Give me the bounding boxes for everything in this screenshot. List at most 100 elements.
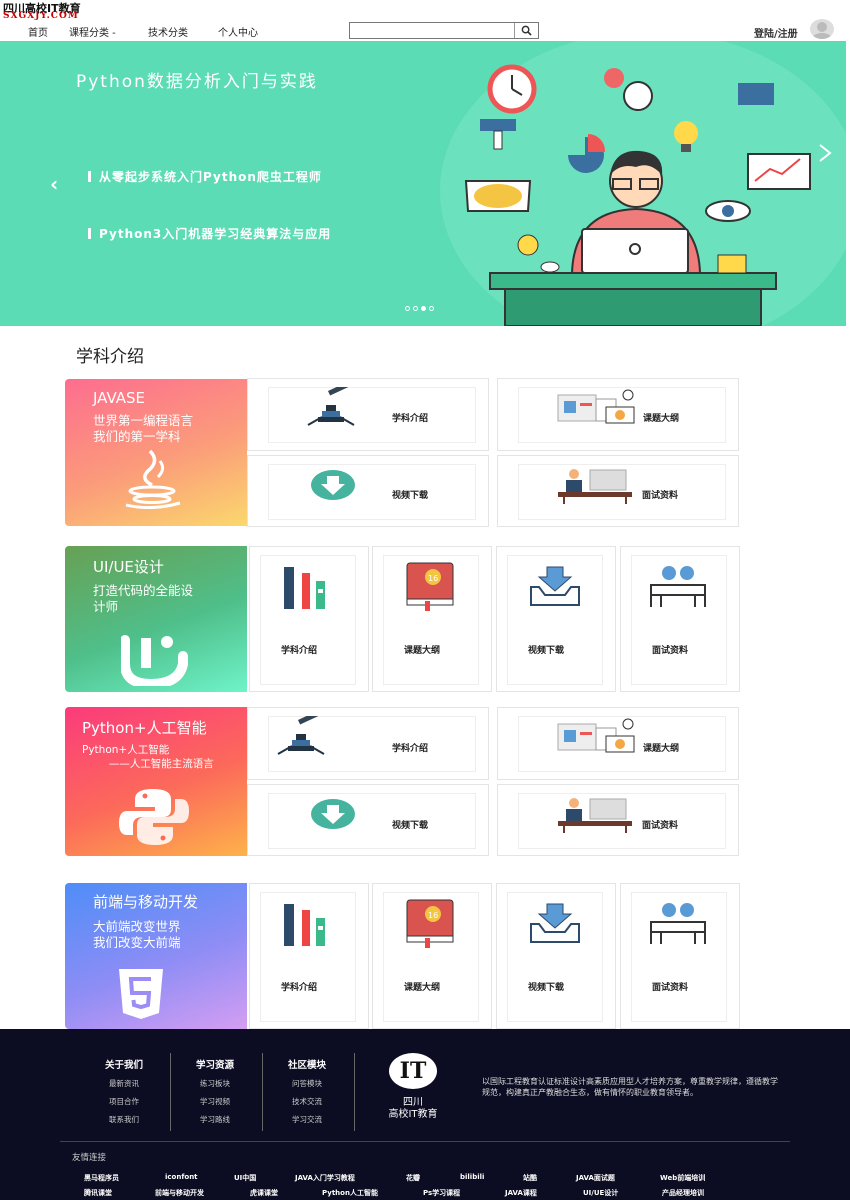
card-label: 面试资料 (652, 983, 689, 993)
subject-ui-banner[interactable]: UI/UE设计 打造代码的全能设 计师 (65, 546, 247, 692)
footer-separator (60, 1141, 790, 1142)
card-ui-intro[interactable]: 学科介绍 (249, 546, 369, 692)
subject-frontend-banner[interactable]: 前端与移动开发 大前端改变世界 我们改变大前端 (65, 883, 247, 1029)
footer-link[interactable]: 项目合作 (96, 1096, 152, 1107)
card-frontend-outline[interactable]: 16 课题大纲 (372, 883, 492, 1029)
card-javase-download[interactable]: 视频下载 (247, 455, 489, 527)
card-label: 课题大纲 (404, 646, 441, 656)
search-button[interactable] (514, 23, 538, 38)
books-icon (284, 567, 325, 609)
friend-link[interactable]: 前端与移动开发 (155, 1188, 204, 1198)
footer-link[interactable]: 技术交流 (279, 1096, 335, 1107)
card-label: 视频下载 (528, 983, 565, 993)
footer-link[interactable]: 问答模块 (279, 1078, 335, 1089)
download-icon (311, 799, 355, 829)
nav-user-center[interactable]: 个人中心 (218, 24, 258, 39)
documents-icon (557, 718, 635, 753)
notebook-icon: 16 (406, 899, 454, 948)
card-frontend-intro[interactable]: 学科介绍 (249, 883, 369, 1029)
download-icon (311, 470, 355, 500)
footer-link[interactable]: 最新资讯 (96, 1078, 152, 1089)
card-label: 面试资料 (642, 821, 679, 831)
card-ui-download[interactable]: 视频下载 (496, 546, 616, 692)
footer-link[interactable]: 学习交流 (279, 1114, 335, 1125)
books-icon (284, 904, 325, 946)
svg-text:16: 16 (428, 911, 438, 920)
subject-title: UI/UE设计 (93, 558, 164, 576)
friend-link[interactable]: Python人工智能 (322, 1188, 378, 1198)
card-python-interview[interactable]: 面试资料 (497, 784, 739, 856)
footer-description: 以国际工程教育认证标准设计高素质应用型人才培养方案，尊重教学规律，遵循教学规范，… (482, 1077, 778, 1097)
carousel-prev-button[interactable]: ‹ (50, 174, 58, 194)
friend-link[interactable]: 黑马程序员 (84, 1173, 119, 1183)
login-register-link[interactable]: 登陆/注册 (754, 25, 798, 40)
notebook-icon: 16 (406, 562, 454, 611)
card-label: 视频下载 (528, 646, 565, 656)
card-label: 学科介绍 (392, 744, 429, 754)
card-javase-interview[interactable]: 面试资料 (497, 455, 739, 527)
carousel-indicators[interactable] (405, 306, 434, 311)
friend-link[interactable]: JAVA课程 (505, 1188, 537, 1198)
friend-link[interactable]: JAVA入门学习教程 (295, 1173, 355, 1183)
friend-link[interactable]: UI/UE设计 (583, 1188, 618, 1198)
nav-course-category[interactable]: 课程分类 - (69, 24, 116, 39)
friend-link[interactable]: 花瓣 (406, 1173, 420, 1183)
footer-col-heading: 学习资源 (195, 1060, 234, 1071)
card-label: 面试资料 (642, 491, 679, 501)
carousel-dot[interactable] (429, 306, 434, 311)
card-javase-intro[interactable]: 学科介绍 (247, 378, 489, 451)
subject-javase-banner[interactable]: JAVASE 世界第一编程语言 我们的第一学科 (65, 379, 247, 526)
footer-col-about: 关于我们 最新资讯 项目合作 联系我们 (96, 1057, 152, 1132)
footer-link[interactable]: 学习视频 (187, 1096, 243, 1107)
footer-link[interactable]: 练习板块 (187, 1078, 243, 1089)
banner-line-2[interactable]: Python3入门机器学习经典算法与应用 (88, 225, 331, 242)
subject-subtitle: 世界第一编程语言 我们的第一学科 (93, 413, 194, 444)
svg-text:16: 16 (428, 574, 438, 583)
carousel-dot[interactable] (421, 306, 426, 311)
card-javase-outline[interactable]: 课题大纲 (497, 378, 739, 451)
friend-link[interactable]: 产品经理培训 (662, 1188, 704, 1198)
friend-link[interactable]: 站酷 (523, 1173, 537, 1183)
friend-link[interactable]: UI中国 (234, 1173, 256, 1183)
subject-python-banner[interactable]: Python+人工智能 Python+人工智能 ——人工智能主流语言 (65, 707, 247, 856)
nav-tech-category[interactable]: 技术分类 (148, 24, 188, 39)
inbox-download-icon (530, 903, 580, 943)
carousel-dot[interactable] (413, 306, 418, 311)
avatar[interactable] (810, 19, 834, 39)
friend-link[interactable]: Web前端培训 (660, 1173, 705, 1183)
footer-logo: IT (389, 1053, 437, 1089)
card-label: 课题大纲 (643, 414, 680, 424)
python-logo-icon (119, 789, 189, 845)
card-python-download[interactable]: 视频下载 (247, 784, 489, 856)
subject-title: 前端与移动开发 (93, 893, 199, 911)
footer-link[interactable]: 联系我们 (96, 1114, 152, 1125)
section-title: 学科介绍 (76, 347, 144, 367)
hero-carousel[interactable]: Python数据分析入门与实践 从零起步系统入门Python爬虫工程师 Pyth… (0, 41, 846, 326)
footer-col-community: 社区模块 问答模块 技术交流 学习交流 (279, 1057, 335, 1132)
card-label: 学科介绍 (281, 646, 318, 656)
card-ui-interview[interactable]: 面试资料 (620, 546, 740, 692)
footer-divider (262, 1053, 263, 1131)
friend-link[interactable]: iconfont (165, 1173, 198, 1181)
carousel-dot[interactable] (405, 306, 410, 311)
card-frontend-download[interactable]: 视频下载 (496, 883, 616, 1029)
friend-link[interactable]: JAVA面试题 (576, 1173, 615, 1183)
banner-line-1[interactable]: 从零起步系统入门Python爬虫工程师 (88, 168, 322, 185)
card-ui-outline[interactable]: 16 课题大纲 (372, 546, 492, 692)
logo-text: IT (399, 1058, 427, 1084)
card-python-outline[interactable]: 课题大纲 (497, 707, 739, 780)
footer-link[interactable]: 学习路线 (187, 1114, 243, 1125)
footer-col-resources: 学习资源 练习板块 学习视频 学习路线 (187, 1057, 243, 1132)
telescope-icon (277, 716, 325, 755)
card-python-intro[interactable]: 学科介绍 (247, 707, 489, 780)
interview-desk-icon (558, 798, 632, 833)
nav-home[interactable]: 首页 (28, 24, 48, 39)
card-frontend-interview[interactable]: 面试资料 (620, 883, 740, 1029)
friend-link[interactable]: bilibili (460, 1173, 484, 1181)
search-input[interactable] (349, 22, 539, 39)
friend-link[interactable]: 虎课课堂 (250, 1188, 278, 1198)
friend-link[interactable]: Ps学习课程 (423, 1188, 460, 1198)
friend-link[interactable]: 腾讯课堂 (84, 1188, 112, 1198)
search-icon (521, 25, 532, 36)
subject-subtitle: 大前端改变世界 我们改变大前端 (93, 919, 181, 950)
